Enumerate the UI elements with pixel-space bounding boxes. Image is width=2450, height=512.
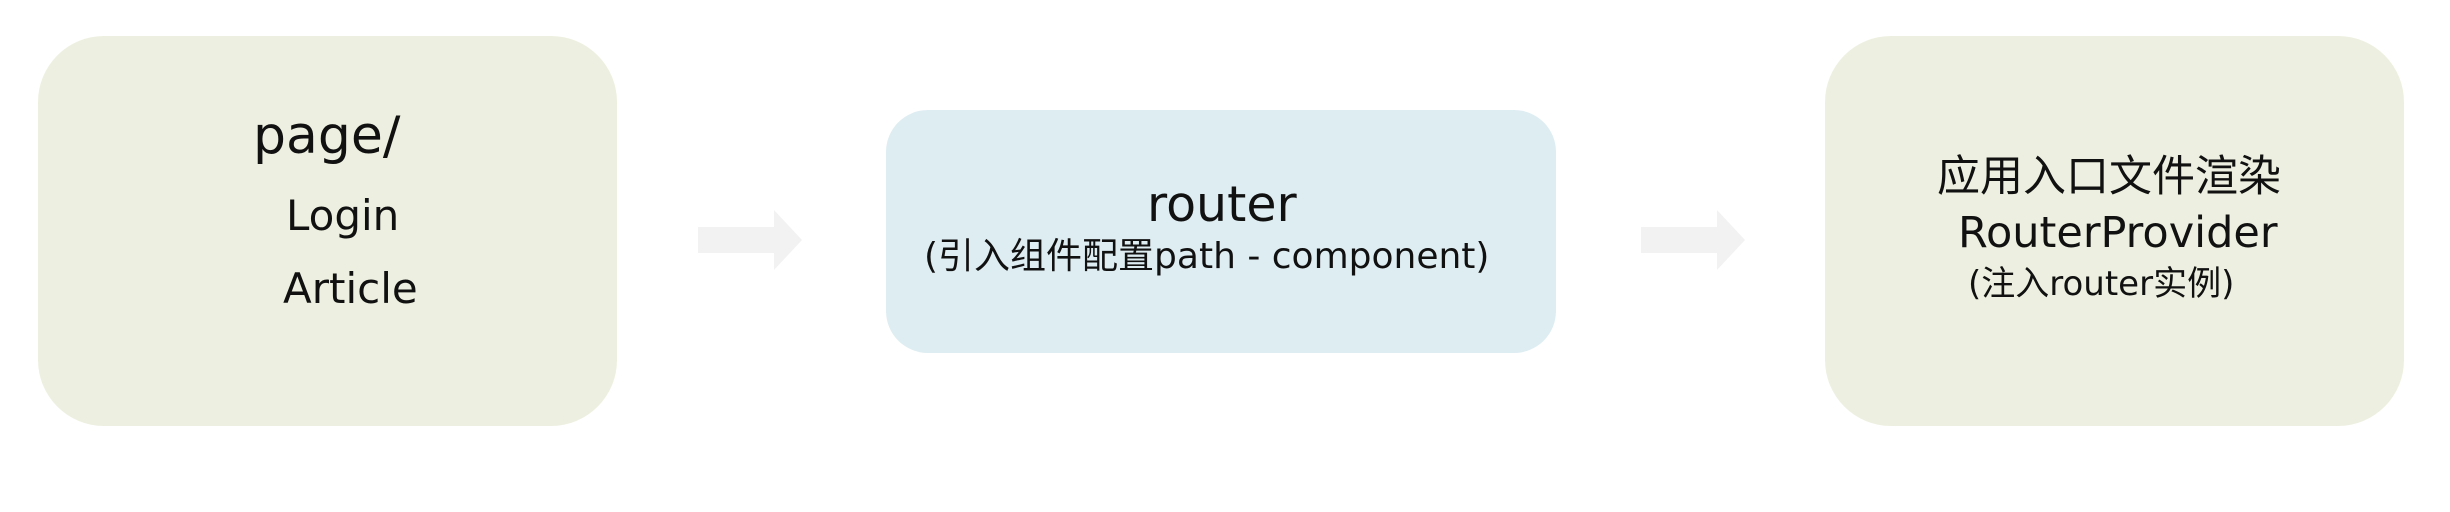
app-entry-component: RouterProvider xyxy=(1958,208,2278,258)
app-entry-title: 应用入口文件渲染 xyxy=(1937,152,2281,202)
pages-title: page/ xyxy=(253,106,401,166)
arrow-shape xyxy=(1641,210,1745,270)
arrow-shape xyxy=(698,210,802,270)
pages-item-article: Article xyxy=(283,264,418,313)
pages-item-login: Login xyxy=(286,191,400,240)
right-arrow-icon xyxy=(698,210,802,270)
app-entry-note: (注入router实例) xyxy=(1968,264,2235,304)
router-title: router xyxy=(1147,176,1297,233)
flow-diagram: page/ Login Article router (引入组件配置path -… xyxy=(0,0,2450,512)
router-subtitle: (引入组件配置path - component) xyxy=(924,236,1490,277)
right-arrow-icon xyxy=(1641,210,1745,270)
